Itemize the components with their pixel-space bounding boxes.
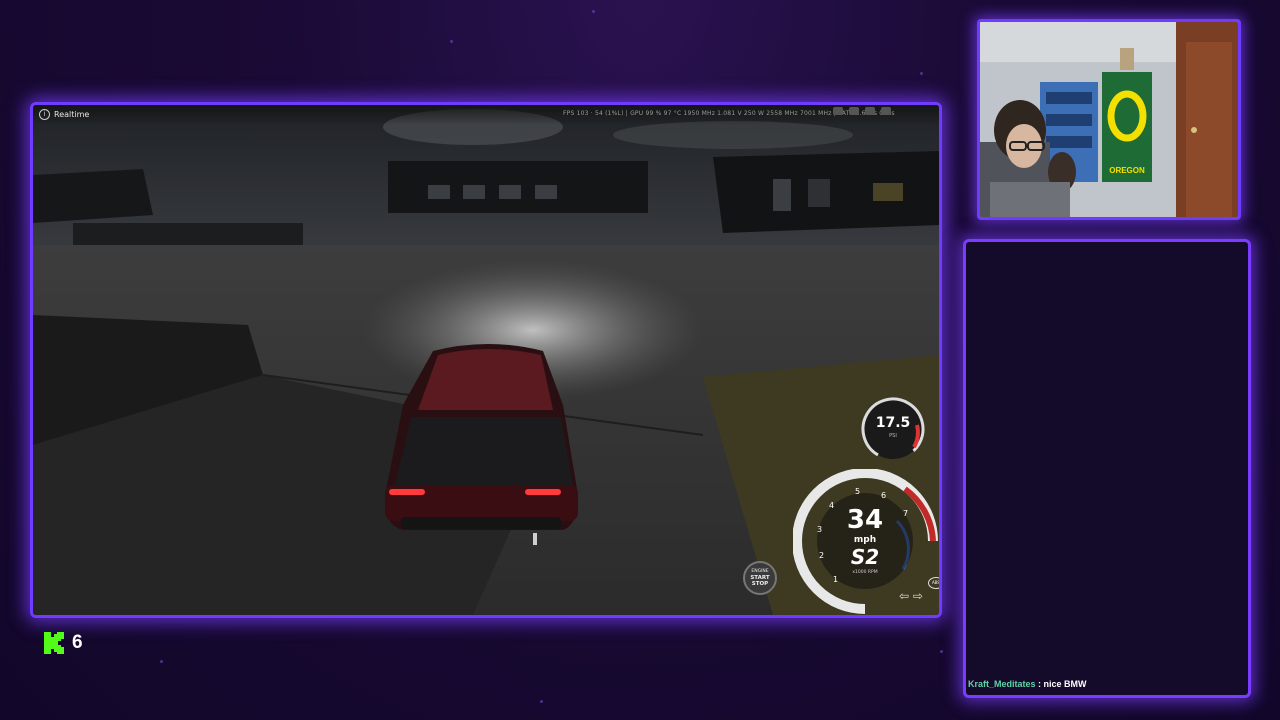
speed-value: 34	[846, 505, 884, 535]
rpm-tick-3: 3	[817, 525, 823, 534]
rpm-label: x1000 RPM	[852, 570, 878, 575]
rpm-tick-5: 5	[855, 487, 861, 496]
rpm-tick-2: 2	[819, 551, 825, 560]
chat-username[interactable]: Kraft_Meditates	[968, 679, 1036, 689]
speedometer: 1 2 3 4 5 6 7 34 mph S2 x1000 RPM P ABS …	[792, 468, 939, 614]
start-stop-line3: STOP	[751, 581, 769, 587]
game-capture-frame: i Realtime FPS 103 · 54 (1%L) | GPU 99 %…	[30, 102, 942, 618]
chat-text: nice BMW	[1043, 679, 1087, 689]
boost-value: 17.5	[875, 415, 911, 431]
boost-unit: PSI	[889, 433, 897, 439]
info-icon: i	[39, 109, 50, 120]
chat-separator: :	[1035, 679, 1044, 689]
rpm-tick-1: 1	[833, 575, 839, 584]
webcam-feed: OREGON	[977, 19, 1241, 220]
background-sparkle	[450, 40, 453, 43]
background-sparkle	[540, 700, 543, 703]
overlay-icon	[865, 107, 875, 115]
background-sparkle	[592, 10, 595, 13]
rpm-tick-6: 6	[881, 491, 887, 500]
viewer-count: 6	[72, 632, 83, 653]
abs-indicator: ABS	[928, 577, 939, 589]
overlay-icon	[833, 107, 843, 115]
overlay-icons	[833, 107, 891, 115]
gear-indicator: S2	[850, 545, 880, 569]
background-sparkle	[920, 72, 923, 75]
viewer-count-badge: 6	[44, 632, 83, 654]
rpm-tick-4: 4	[829, 501, 835, 510]
speed-unit: mph	[853, 535, 877, 545]
overlay-icon	[849, 107, 859, 115]
game-hud-topbar: i Realtime FPS 103 · 54 (1%L) | GPU 99 %…	[33, 105, 939, 125]
background-sparkle	[160, 660, 163, 663]
chat-panel: Kraft_Meditates : nice BMW	[963, 239, 1251, 698]
webcam-scene	[980, 22, 1238, 217]
realtime-label: Realtime	[54, 110, 90, 119]
background-sparkle	[940, 650, 943, 653]
turn-signal-icon: ⇦ ⇨	[899, 589, 923, 603]
overlay-icon	[881, 107, 891, 115]
realtime-indicator[interactable]: i Realtime	[39, 109, 89, 120]
engine-start-stop-button[interactable]: ENGINE START STOP	[743, 561, 777, 595]
flag-text: OREGON	[1109, 166, 1145, 175]
rpm-tick-7: 7	[903, 509, 909, 518]
boost-gauge: 17.5 PSI	[859, 395, 927, 463]
kick-icon	[44, 632, 64, 654]
chat-message: Kraft_Meditates : nice BMW	[968, 679, 1087, 689]
park-indicator: P	[940, 559, 942, 573]
